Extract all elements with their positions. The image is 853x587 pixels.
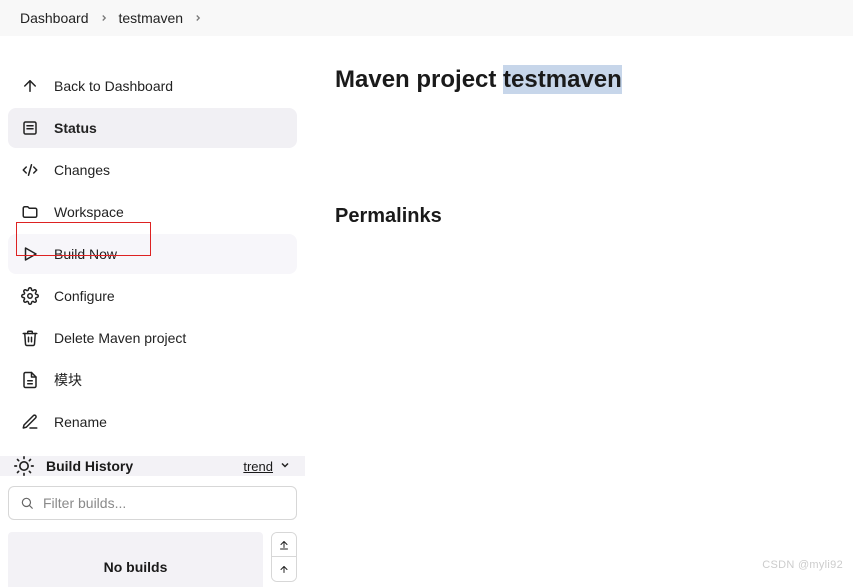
main-panel: Maven project testmaven Permalinks [305,36,853,581]
breadcrumb: Dashboard testmaven [0,0,853,36]
sidebar-item-workspace[interactable]: Workspace [8,192,297,232]
sidebar: Back to Dashboard Status Changes Workspa… [0,36,305,581]
gear-icon [20,286,40,306]
panel-resize-controls [271,532,297,582]
permalinks-title: Permalinks [335,205,823,228]
chevron-down-icon [279,459,291,474]
panel-expand-button[interactable] [272,533,296,557]
sidebar-item-back[interactable]: Back to Dashboard [8,66,297,106]
document-icon [20,370,40,390]
sidebar-item-rename[interactable]: Rename [8,402,297,442]
sidebar-item-label: Workspace [54,204,124,220]
pencil-icon [20,412,40,432]
search-icon [19,495,35,511]
breadcrumb-item[interactable]: Dashboard [20,10,89,26]
sidebar-item-label: Status [54,120,97,136]
breadcrumb-item[interactable]: testmaven [119,10,184,26]
page-title-name: testmaven [503,65,622,94]
history-icon [14,456,34,476]
sidebar-item-label: Build Now [54,246,117,262]
sidebar-item-label: Rename [54,414,107,430]
sidebar-item-label: Configure [54,288,115,304]
trend-label: trend [243,459,273,474]
filter-builds[interactable] [8,486,297,520]
sidebar-item-modules[interactable]: 模块 [8,360,297,400]
play-icon [20,244,40,264]
sidebar-item-changes[interactable]: Changes [8,150,297,190]
no-builds-text: No builds [104,559,168,575]
sidebar-item-label: Changes [54,162,110,178]
chevron-right-icon [193,13,203,23]
page-title: Maven project testmaven [335,66,823,95]
sidebar-item-delete[interactable]: Delete Maven project [8,318,297,358]
folder-icon [20,202,40,222]
trash-icon [20,328,40,348]
sidebar-item-status[interactable]: Status [8,108,297,148]
sidebar-item-label: Back to Dashboard [54,78,173,94]
trend-link[interactable]: trend [243,459,291,474]
build-history-header: Build History trend [0,456,305,476]
sidebar-item-label: Delete Maven project [54,330,186,346]
no-builds: No builds [8,532,263,587]
chevron-right-icon [99,13,109,23]
panel-collapse-button[interactable] [272,557,296,581]
build-history-title: Build History [46,458,133,474]
arrow-up-icon [20,76,40,96]
page-title-prefix: Maven project [335,66,503,93]
sidebar-item-label: 模块 [54,370,82,390]
status-icon [20,118,40,138]
code-icon [20,160,40,180]
sidebar-item-configure[interactable]: Configure [8,276,297,316]
filter-builds-input[interactable] [43,495,286,511]
watermark: CSDN @myli92 [762,559,843,571]
sidebar-item-build-now[interactable]: Build Now [8,234,297,274]
